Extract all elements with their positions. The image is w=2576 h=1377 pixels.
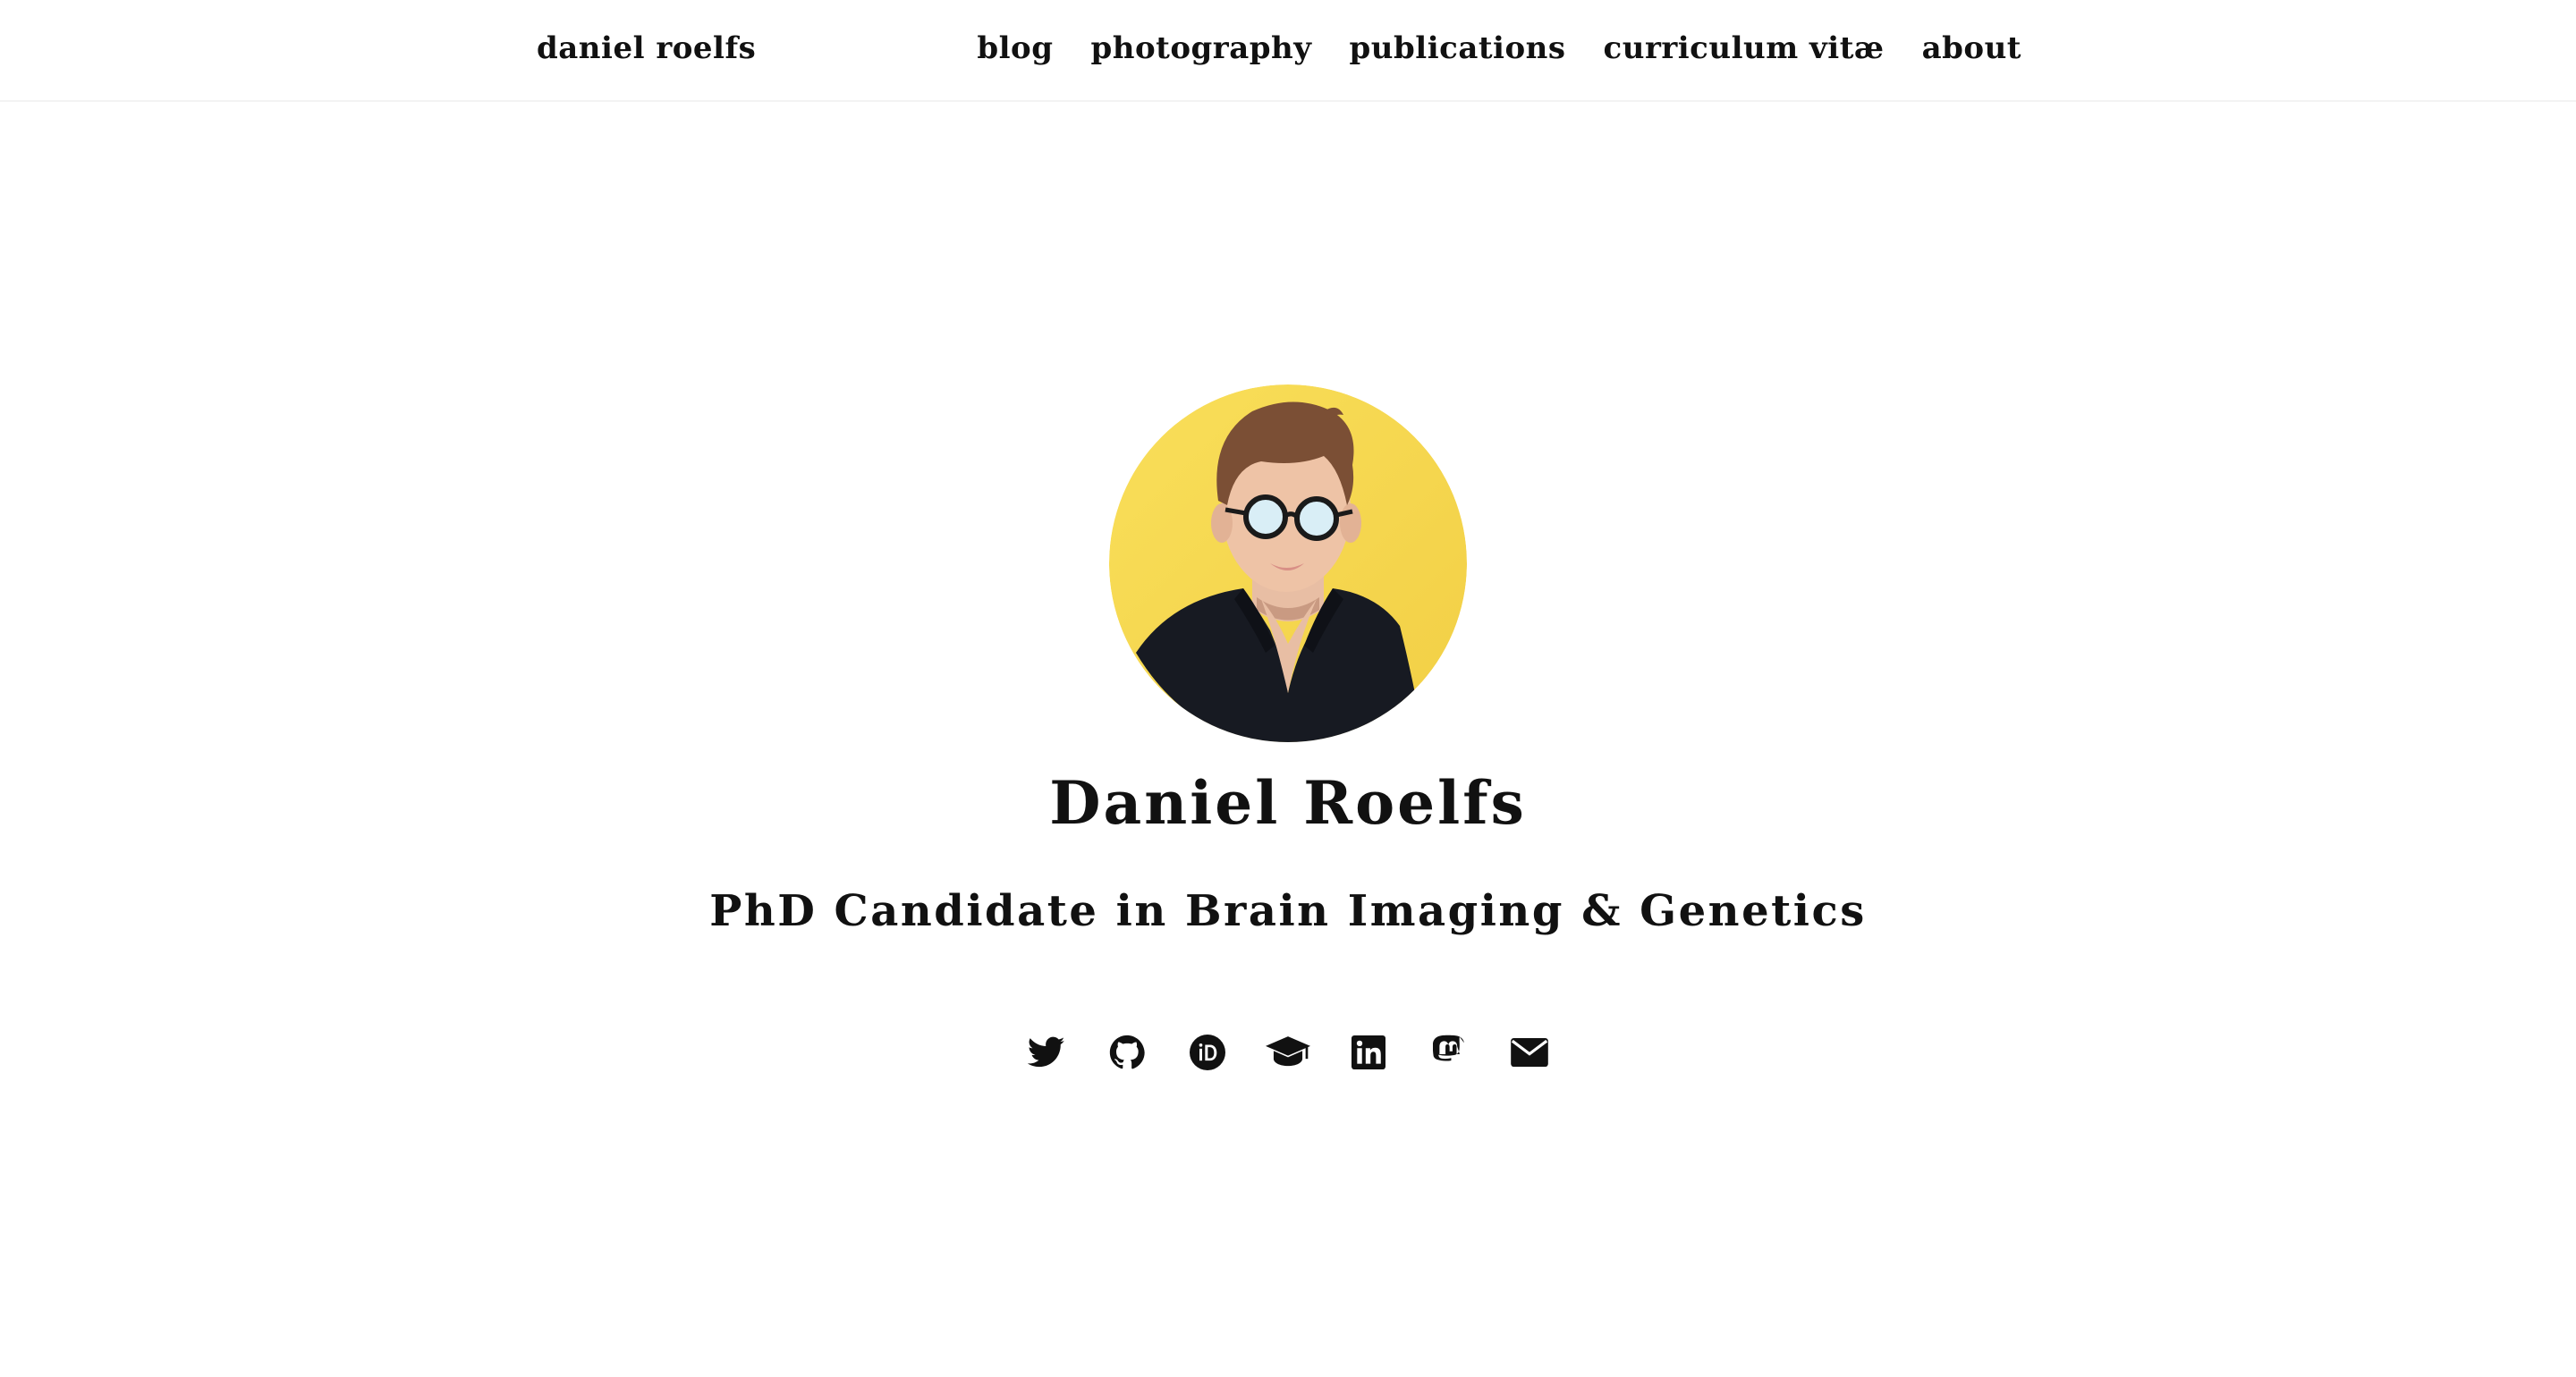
nav-links: blog photography publications curriculum…	[977, 30, 2021, 66]
nav-link-photography[interactable]: photography	[1090, 30, 1311, 66]
linkedin-link[interactable]	[1348, 1032, 1389, 1073]
graduation-cap-icon	[1266, 1036, 1310, 1069]
twitter-link[interactable]	[1026, 1032, 1067, 1073]
profile-subtitle: PhD Candidate in Brain Imaging & Genetic…	[709, 885, 1867, 936]
top-navbar: daniel roelfs blog photography publicati…	[0, 0, 2576, 102]
google-scholar-link[interactable]	[1266, 1032, 1310, 1073]
page: daniel roelfs blog photography publicati…	[0, 0, 2576, 1377]
site-brand-link[interactable]: daniel roelfs	[537, 30, 756, 66]
orcid-icon	[1190, 1035, 1225, 1071]
mastodon-link[interactable]	[1428, 1032, 1470, 1073]
envelope-icon	[1511, 1038, 1548, 1068]
nav-link-publications[interactable]: publications	[1350, 30, 1566, 66]
mastodon-icon	[1433, 1035, 1465, 1070]
avatar-illustration	[1109, 384, 1467, 742]
nav-link-blog[interactable]: blog	[977, 30, 1053, 66]
twitter-icon	[1028, 1036, 1065, 1069]
profile-name: Daniel Roelfs	[1049, 768, 1527, 838]
avatar	[1109, 384, 1467, 742]
github-link[interactable]	[1106, 1032, 1148, 1073]
email-link[interactable]	[1509, 1032, 1550, 1073]
orcid-link[interactable]	[1187, 1032, 1228, 1073]
github-icon	[1109, 1035, 1145, 1070]
linkedin-icon	[1352, 1035, 1385, 1070]
nav-link-curriculum-vitae[interactable]: curriculum vitæ	[1604, 30, 1885, 66]
hero-section: Daniel Roelfs PhD Candidate in Brain Ima…	[0, 384, 2576, 1073]
nav-link-about[interactable]: about	[1922, 30, 2021, 66]
social-links	[1026, 1032, 1550, 1073]
